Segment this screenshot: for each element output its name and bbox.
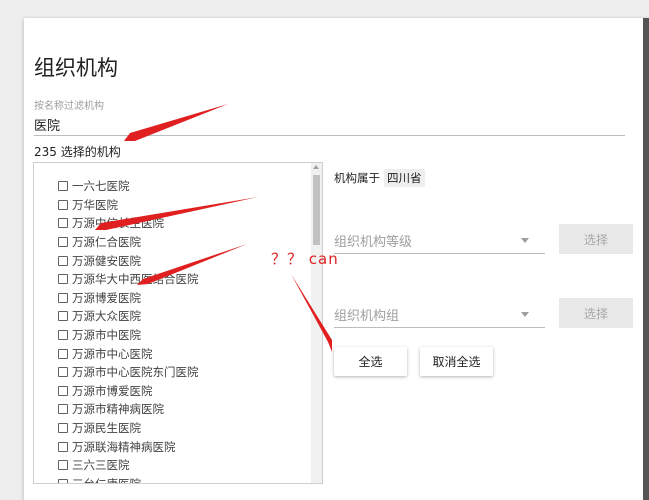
checkbox[interactable]	[58, 367, 68, 378]
list-item[interactable]: 万源民生医院	[34, 419, 310, 438]
org-group-placeholder: 组织机构组	[334, 308, 400, 324]
checkbox[interactable]	[58, 199, 68, 210]
list-item[interactable]: 万源大众医院	[34, 307, 310, 326]
org-list[interactable]: 一六七医院万华医院万源中信长生医院 万源仁合医院 万源健安医院万源华大中西医结合医院…	[33, 162, 323, 484]
list-item[interactable]: 一六七医院	[34, 177, 310, 196]
list-item-label: 万源博爱医院	[72, 290, 141, 305]
selected-count-label: 235 选择的机构	[34, 145, 121, 159]
list-item[interactable]: 三台仁康医院	[34, 475, 310, 484]
checkbox[interactable]	[58, 441, 68, 452]
list-item-label: 万源市精神病医院	[72, 402, 164, 417]
select-all-button[interactable]: 全选	[334, 347, 407, 376]
list-item[interactable]: 万源中信长生医院	[34, 214, 310, 233]
checkbox[interactable]	[58, 423, 68, 434]
list-item-label: 万源健安医院	[72, 253, 141, 268]
checkbox[interactable]	[58, 460, 68, 471]
list-item-label: 万源市博爱医院	[72, 383, 153, 398]
list-item[interactable]: 万源联海精神病医院	[34, 437, 310, 456]
checkbox[interactable]	[58, 385, 68, 396]
belongs-row: 机构属于 四川省	[334, 169, 425, 187]
list-item[interactable]: 三六三医院	[34, 456, 310, 475]
org-level-select[interactable]: 组织机构等级	[334, 227, 545, 254]
list-item[interactable]: 万源市博爱医院	[34, 382, 310, 401]
list-item[interactable]: 万源华大中西医结合医院	[34, 270, 310, 289]
deselect-all-button[interactable]: 取消全选	[420, 347, 493, 376]
list-item-label: 三六三医院	[72, 458, 130, 473]
background-edge	[643, 18, 649, 500]
org-level-placeholder: 组织机构等级	[334, 234, 413, 250]
chevron-down-icon	[521, 311, 529, 317]
list-item[interactable]: 万源博爱医院	[34, 289, 310, 308]
scroll-up-arrow-icon[interactable]	[313, 165, 319, 169]
list-item-label: 万源市中医院	[72, 328, 141, 343]
annotation-text: ？？ can	[271, 250, 339, 268]
list-item-label: 三台仁康医院	[72, 476, 141, 484]
list-item-label: 万源仁合医院	[72, 235, 141, 250]
list-item-label: 一六七医院	[72, 179, 130, 194]
org-group-select[interactable]: 组织机构组	[334, 301, 545, 328]
checkbox[interactable]	[58, 292, 68, 303]
list-item-label: 万华医院	[72, 197, 118, 212]
filter-input[interactable]	[34, 113, 625, 136]
choose-level-button[interactable]: 选择	[559, 224, 633, 254]
list-item[interactable]: 万源市中心医院	[34, 344, 310, 363]
list-item[interactable]: 万源市中医院	[34, 326, 310, 345]
checkbox[interactable]	[58, 311, 68, 322]
scrollbar[interactable]	[311, 163, 322, 483]
list-item-label: 万源大众医院	[72, 309, 141, 324]
checkbox[interactable]	[58, 255, 68, 266]
list-item-label: 万源中信长生医院	[72, 216, 164, 231]
filter-label: 按名称过滤机构	[34, 101, 104, 112]
checkbox[interactable]	[58, 348, 68, 359]
checkbox[interactable]	[58, 218, 68, 229]
page-title: 组织机构	[34, 56, 118, 80]
choose-group-button[interactable]: 选择	[559, 298, 633, 328]
list-item[interactable]: 万源市精神病医院	[34, 400, 310, 419]
list-item-label: 万源市中心医院东门医院	[72, 365, 199, 380]
checkbox[interactable]	[58, 237, 68, 248]
list-item-label: 万源民生医院	[72, 421, 141, 436]
checkbox[interactable]	[58, 330, 68, 341]
checkbox[interactable]	[58, 478, 68, 483]
checkbox[interactable]	[58, 274, 68, 285]
province-chip: 四川省	[384, 169, 425, 187]
checkbox[interactable]	[58, 404, 68, 415]
list-item-label: 万源华大中西医结合医院	[72, 272, 199, 287]
list-item[interactable]: 万华医院	[34, 196, 310, 215]
scrollbar-thumb[interactable]	[313, 175, 320, 245]
list-item[interactable]: 万源市中心医院东门医院	[34, 363, 310, 382]
list-item-label: 万源市中心医院	[72, 346, 153, 361]
list-item-label: 万源联海精神病医院	[72, 439, 176, 454]
belongs-label: 机构属于	[334, 171, 380, 185]
chevron-down-icon	[521, 237, 529, 243]
checkbox[interactable]	[58, 181, 68, 192]
list-item[interactable]: 万源健安医院	[34, 251, 310, 270]
list-item[interactable]: 万源仁合医院	[34, 233, 310, 252]
